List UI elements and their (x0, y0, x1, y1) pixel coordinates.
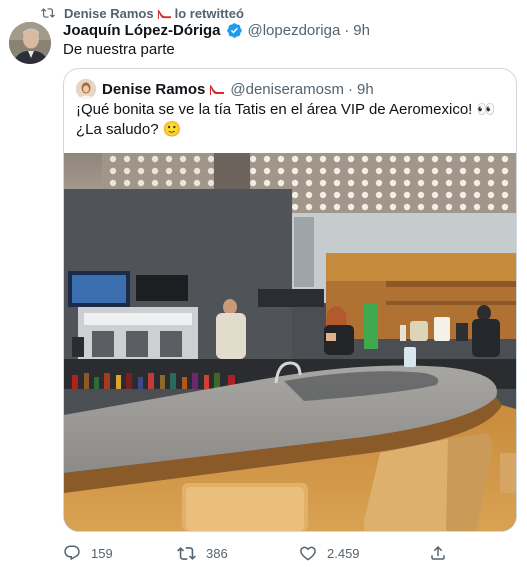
quoted-time: 9h (356, 80, 374, 98)
high-heel-icon (157, 7, 172, 20)
quoted-author-handle: @deniseramosm (230, 80, 344, 98)
like-button[interactable]: 2.459 (299, 540, 360, 566)
author-name[interactable]: Joaquín López-Dóriga (63, 22, 221, 39)
share-button[interactable] (429, 540, 457, 566)
eyes-emoji-icon: 👀 (476, 101, 496, 118)
quoted-author-name: Denise Ramos (102, 80, 206, 98)
tweet-text: De nuestra parte (63, 41, 175, 58)
quoted-tweet[interactable]: Denise Ramos @deniseramosm · 9h ¡Qué bon… (63, 68, 517, 532)
retweet-button[interactable]: 386 (177, 540, 228, 566)
author-handle[interactable]: @lopezdoriga (248, 22, 341, 39)
lounge-photo-illustration (64, 153, 516, 531)
tweet-time[interactable]: 9h (353, 22, 370, 39)
retweeter-name[interactable]: Denise Ramos (64, 6, 154, 21)
quoted-text-part2: ¿La saludo? (76, 121, 159, 138)
action-bar: 159 386 2.459 (63, 540, 517, 566)
meta-separator: · (344, 21, 350, 39)
high-heel-icon (209, 82, 225, 96)
quoted-text-part1: ¡Qué bonita se ve la tía Tatis en el áre… (76, 101, 473, 118)
retweet-count: 386 (206, 545, 228, 561)
reply-button[interactable]: 159 (63, 540, 113, 566)
smile-emoji-icon: 🙂 (162, 121, 182, 138)
heart-icon (300, 546, 316, 561)
verified-badge-icon (226, 22, 243, 39)
share-icon (431, 545, 445, 560)
quoted-avatar (76, 79, 96, 99)
meta-separator: · (347, 80, 353, 98)
tweet-header: Joaquín López-Dóriga @lopezdoriga · 9h (63, 20, 370, 40)
quoted-tweet-header: Denise Ramos @deniseramosm · 9h (76, 79, 374, 99)
quoted-photo[interactable] (64, 153, 516, 531)
retweet-suffix: lo retwitteó (174, 5, 244, 21)
avatar[interactable] (9, 22, 51, 64)
retweet-icon (41, 8, 55, 18)
reply-count: 159 (91, 545, 113, 561)
retweet-icon (177, 546, 196, 560)
like-count: 2.459 (327, 545, 360, 561)
reply-icon (64, 545, 80, 561)
quoted-tweet-text: ¡Qué bonita se ve la tía Tatis en el áre… (76, 100, 506, 140)
